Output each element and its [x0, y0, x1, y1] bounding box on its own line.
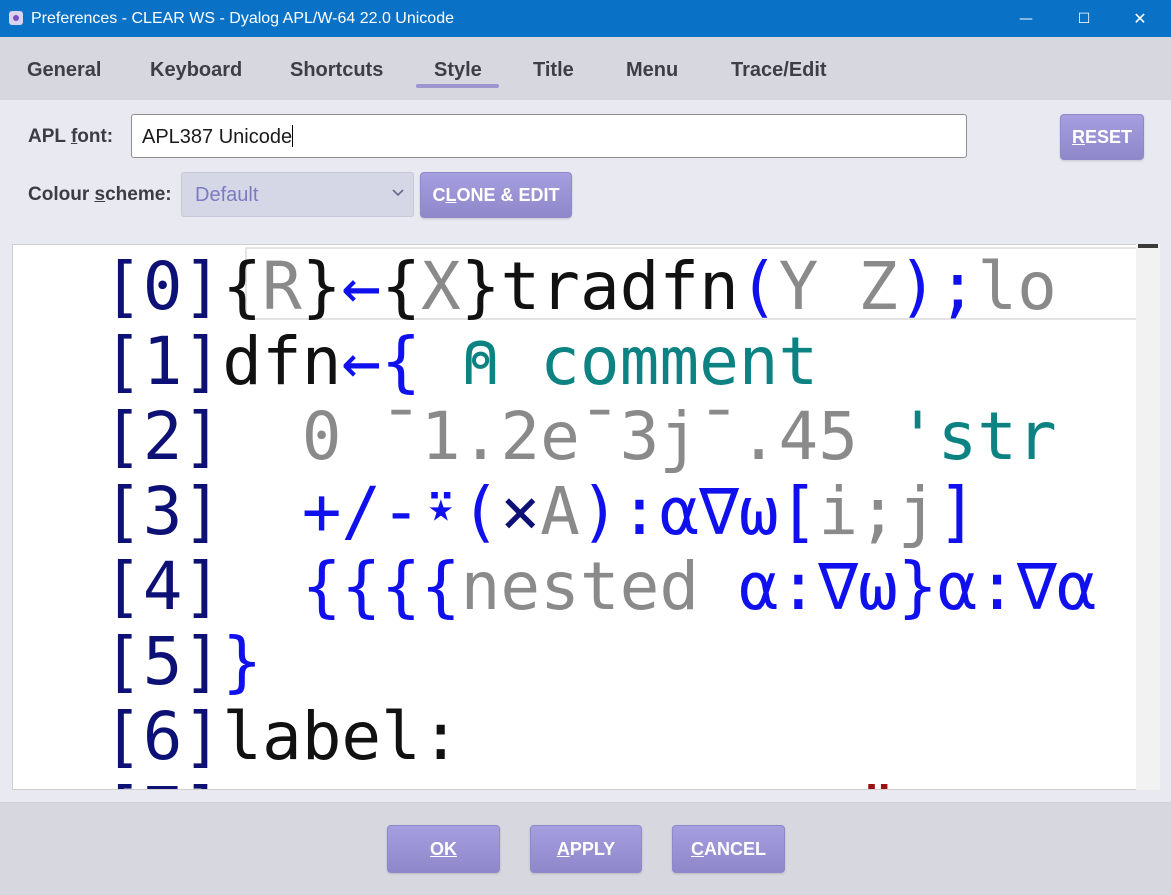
line-number: [6] [103, 698, 223, 775]
tab-shortcuts[interactable]: Shortcuts [290, 59, 383, 82]
style-preview-editor[interactable]: [0]{R}←{X}tradfn(Y Z);lo [1]dfn←{ ⍝ comm… [12, 244, 1160, 790]
code-line-2: [2] 0 ¯1.2e¯3j¯.45 'str [103, 398, 1057, 475]
colour-scheme-value: Default [195, 184, 259, 206]
tab-general[interactable]: General [27, 59, 101, 82]
tab-trace-edit[interactable]: Trace/Edit [731, 59, 827, 82]
app-icon [9, 11, 23, 25]
maximize-button[interactable]: ☐ [1061, 0, 1107, 37]
tab-style[interactable]: Style [434, 59, 482, 82]
line-number: [2] [103, 398, 223, 475]
tab-keyboard[interactable]: Keyboard [150, 59, 242, 82]
minimize-button[interactable]: — [1003, 0, 1049, 37]
apply-button[interactable]: A PPLY [530, 825, 642, 873]
apl-font-input[interactable]: APL387 Unicode [131, 114, 967, 158]
line-number: [0] [103, 248, 223, 325]
tab-bar: General Keyboard Shortcuts Style Title M… [0, 37, 1171, 100]
cancel-button[interactable]: C ANCEL [672, 825, 785, 873]
tab-title[interactable]: Title [533, 59, 574, 82]
code-line-7-partial: [7] ■ : ■ ¨ ■ '■ [103, 774, 1159, 789]
apl-font-label: APL font: [28, 126, 114, 147]
title-bar: Preferences - CLEAR WS - Dyalog APL/W-64… [0, 0, 1171, 37]
ok-button[interactable]: OK [387, 825, 500, 873]
tab-menu[interactable]: Menu [626, 59, 678, 82]
active-tab-indicator [416, 84, 499, 88]
code-line-4: [4] {{{{nested α:∇ω}α:∇α [103, 548, 1097, 625]
code-line-6: [6]label: [103, 698, 461, 775]
close-button[interactable]: ✕ [1117, 0, 1163, 37]
colour-scheme-select[interactable]: Default [181, 172, 414, 217]
chevron-down-icon [392, 189, 404, 197]
colour-scheme-label: Colour scheme: [28, 184, 172, 205]
code-line-3: [3] +/-⍣(×A):α∇ω[i;j] [103, 473, 978, 550]
line-number: [4] [103, 548, 223, 625]
line-number: [5] [103, 623, 223, 700]
line-number: [3] [103, 473, 223, 550]
window-title: Preferences - CLEAR WS - Dyalog APL/W-64… [31, 10, 454, 27]
line-number: [1] [103, 323, 223, 400]
code-line-1: [1]dfn←{ ⍝ comment [103, 323, 819, 400]
reset-button[interactable]: R ESET [1060, 114, 1144, 160]
scrollbar-thumb[interactable] [1138, 244, 1158, 248]
editor-vertical-scrollbar[interactable] [1136, 244, 1160, 790]
clone-edit-button[interactable]: C L ONE & EDIT [420, 172, 572, 218]
code-line-0: [0]{R}←{X}tradfn(Y Z);lo [103, 248, 1057, 325]
code-line-5: [5]} [103, 623, 262, 700]
